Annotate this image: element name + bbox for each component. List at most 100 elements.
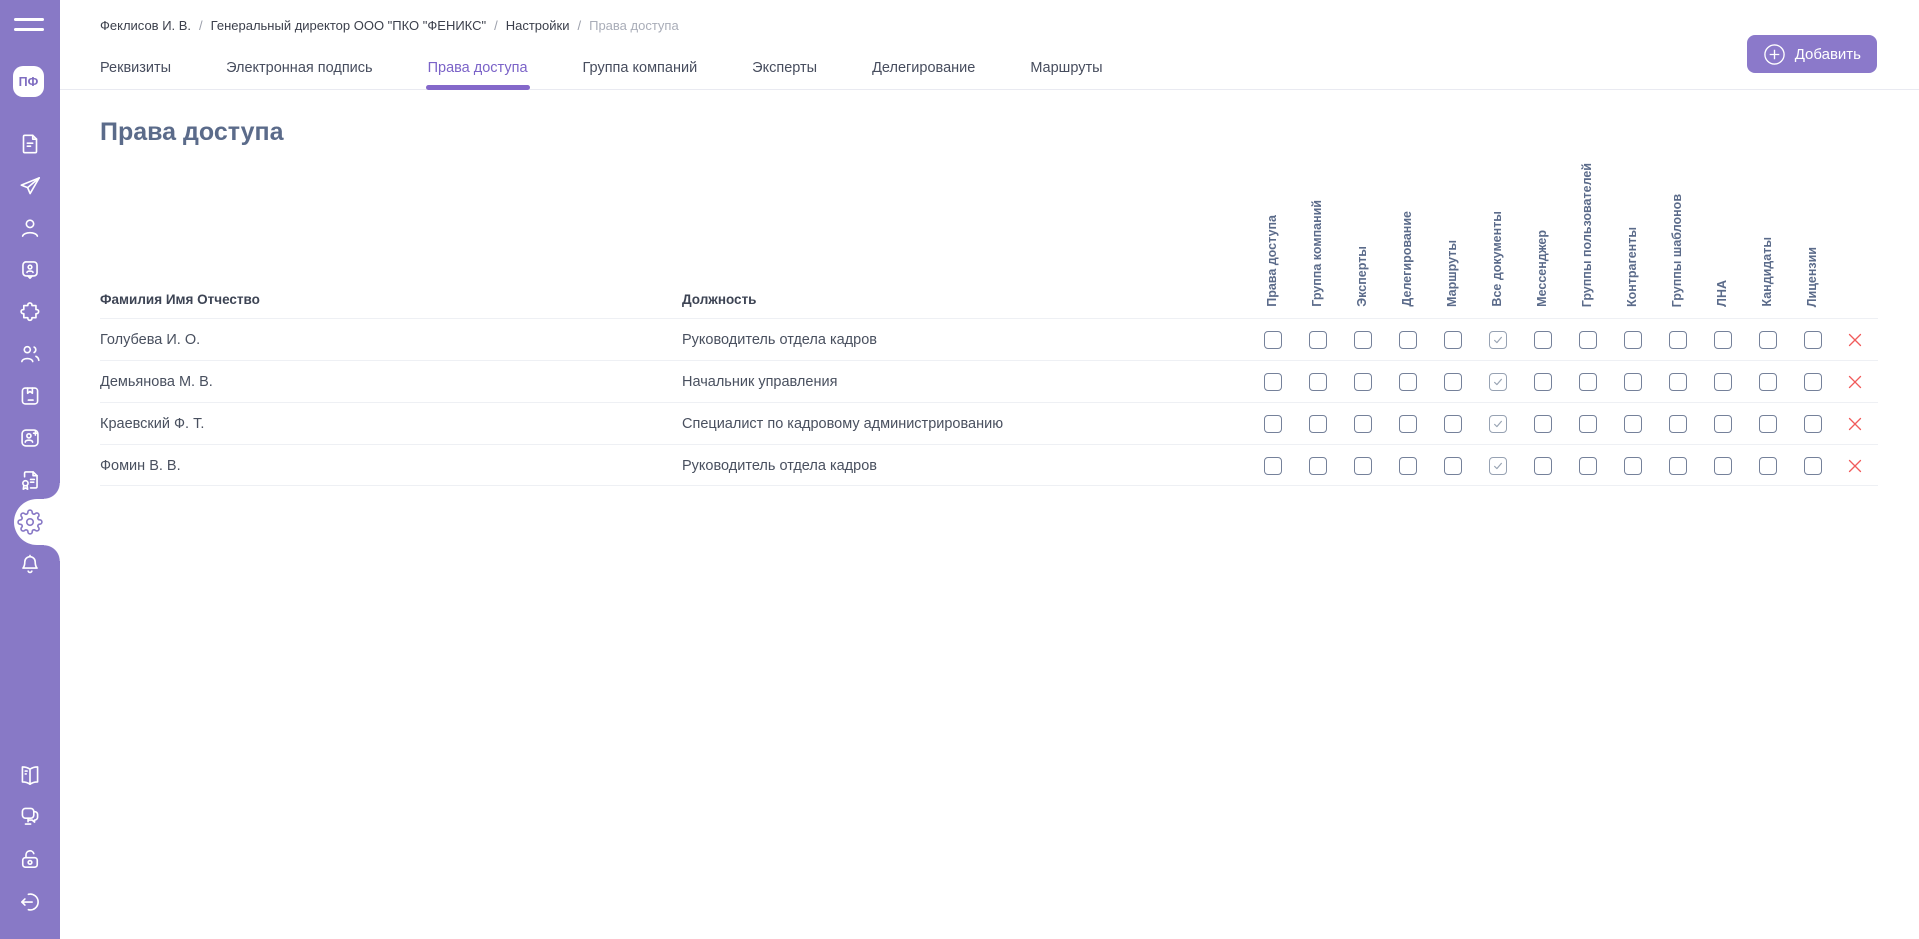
permission-checkbox-13[interactable] xyxy=(1804,373,1822,391)
app-logo[interactable]: ПФ xyxy=(13,66,44,97)
top-header: Феклисов И. В./Генеральный директор ООО … xyxy=(60,0,1919,90)
permission-checkbox-8[interactable] xyxy=(1579,415,1597,433)
permission-checkbox-13[interactable] xyxy=(1804,415,1822,433)
tab-4[interactable]: Группа компаний xyxy=(583,45,698,90)
delete-row-button[interactable] xyxy=(1847,416,1863,432)
permission-checkbox-4[interactable] xyxy=(1399,331,1417,349)
sidebar-item-send[interactable] xyxy=(0,165,60,207)
permission-checkbox-7[interactable] xyxy=(1534,373,1552,391)
permission-column-header-11: ЛНА xyxy=(1715,280,1729,307)
permission-checkbox-11[interactable] xyxy=(1714,415,1732,433)
permission-checkbox-6[interactable] xyxy=(1489,415,1507,433)
permission-checkbox-13[interactable] xyxy=(1804,331,1822,349)
sidebar-item-settings[interactable] xyxy=(0,501,60,543)
permission-checkbox-8[interactable] xyxy=(1579,457,1597,475)
person-name: Краевский Ф. Т. xyxy=(100,403,204,445)
permission-checkbox-5[interactable] xyxy=(1444,331,1462,349)
sidebar-item-groups[interactable] xyxy=(0,333,60,375)
permission-checkbox-1[interactable] xyxy=(1264,373,1282,391)
permission-checkbox-12[interactable] xyxy=(1759,415,1777,433)
permission-checkbox-9[interactable] xyxy=(1624,415,1642,433)
table-row-4: Фомин В. В.Руководитель отдела кадров xyxy=(100,444,1878,486)
permission-column-header-3: Эксперты xyxy=(1355,246,1369,307)
permission-checkbox-2[interactable] xyxy=(1309,331,1327,349)
permission-checkbox-7[interactable] xyxy=(1534,457,1552,475)
permission-checkbox-10[interactable] xyxy=(1669,415,1687,433)
sidebar-item-documents[interactable] xyxy=(0,123,60,165)
permission-checkbox-6[interactable] xyxy=(1489,331,1507,349)
sidebar-item-profile[interactable] xyxy=(0,207,60,249)
permission-checkbox-9[interactable] xyxy=(1624,331,1642,349)
permission-checkbox-5[interactable] xyxy=(1444,373,1462,391)
permission-checkbox-3[interactable] xyxy=(1354,457,1372,475)
permission-column-header-1: Права доступа xyxy=(1265,215,1279,307)
permission-checkbox-1[interactable] xyxy=(1264,331,1282,349)
permission-checkbox-7[interactable] xyxy=(1534,415,1552,433)
breadcrumb-item-1[interactable]: Феклисов И. В. xyxy=(100,18,191,33)
permission-checkbox-9[interactable] xyxy=(1624,373,1642,391)
support-chat-icon xyxy=(17,803,43,829)
sidebar-item-employees[interactable] xyxy=(0,249,60,291)
permission-checkbox-2[interactable] xyxy=(1309,415,1327,433)
person-position: Специалист по кадровому администрировани… xyxy=(682,403,1003,445)
tab-7[interactable]: Маршруты xyxy=(1030,45,1102,90)
permission-checkbox-11[interactable] xyxy=(1714,331,1732,349)
sidebar-item-security[interactable] xyxy=(0,838,60,880)
permission-checkbox-6[interactable] xyxy=(1489,457,1507,475)
permission-column-header-7: Мессенджер xyxy=(1535,230,1549,307)
person-name: Демьянова М. В. xyxy=(100,361,213,403)
delete-row-button[interactable] xyxy=(1847,374,1863,390)
permission-checkbox-12[interactable] xyxy=(1759,457,1777,475)
sidebar-item-candidates[interactable] xyxy=(0,417,60,459)
permission-checkbox-5[interactable] xyxy=(1444,457,1462,475)
sidebar-item-logout[interactable] xyxy=(0,881,60,923)
permission-checkbox-10[interactable] xyxy=(1669,457,1687,475)
permission-checkbox-6[interactable] xyxy=(1489,373,1507,391)
delete-row-button[interactable] xyxy=(1847,332,1863,348)
sidebar-item-knowledge-base[interactable] xyxy=(0,754,60,796)
permission-checkbox-3[interactable] xyxy=(1354,415,1372,433)
permission-checkbox-12[interactable] xyxy=(1759,373,1777,391)
menu-icon[interactable] xyxy=(14,17,44,33)
permission-checkbox-3[interactable] xyxy=(1354,331,1372,349)
tab-6[interactable]: Делегирование xyxy=(872,45,975,90)
permission-checkbox-3[interactable] xyxy=(1354,373,1372,391)
permission-checkbox-8[interactable] xyxy=(1579,331,1597,349)
breadcrumb-item-3[interactable]: Настройки xyxy=(506,18,570,33)
breadcrumb-item-2[interactable]: Генеральный директор ООО "ПКО "ФЕНИКС" xyxy=(211,18,486,33)
permission-checkbox-12[interactable] xyxy=(1759,331,1777,349)
delete-row-button[interactable] xyxy=(1847,458,1863,474)
active-indicator-curve-bottom xyxy=(44,545,60,561)
add-button[interactable]: Добавить xyxy=(1747,35,1877,73)
permission-checkbox-4[interactable] xyxy=(1399,373,1417,391)
tab-3[interactable]: Права доступа xyxy=(428,45,528,90)
permission-checkbox-10[interactable] xyxy=(1669,331,1687,349)
lock-open-icon xyxy=(17,846,43,872)
permission-checkbox-8[interactable] xyxy=(1579,373,1597,391)
permission-checkbox-4[interactable] xyxy=(1399,415,1417,433)
permission-checkbox-2[interactable] xyxy=(1309,373,1327,391)
sidebar-item-archive[interactable] xyxy=(0,375,60,417)
archive-icon xyxy=(17,383,43,409)
sidebar-item-integrations[interactable] xyxy=(0,291,60,333)
document-icon xyxy=(17,131,43,157)
permission-checkbox-13[interactable] xyxy=(1804,457,1822,475)
permission-checkbox-1[interactable] xyxy=(1264,457,1282,475)
permission-checkbox-2[interactable] xyxy=(1309,457,1327,475)
permission-checkbox-11[interactable] xyxy=(1714,457,1732,475)
certificate-icon xyxy=(17,467,43,493)
permission-checkbox-5[interactable] xyxy=(1444,415,1462,433)
permission-column-header-6: Все документы xyxy=(1490,211,1504,307)
permission-checkbox-10[interactable] xyxy=(1669,373,1687,391)
permission-checkbox-1[interactable] xyxy=(1264,415,1282,433)
permission-checkbox-7[interactable] xyxy=(1534,331,1552,349)
permission-checkbox-4[interactable] xyxy=(1399,457,1417,475)
sidebar-item-support[interactable] xyxy=(0,795,60,837)
tab-5[interactable]: Эксперты xyxy=(752,45,817,90)
tab-1[interactable]: Реквизиты xyxy=(100,45,171,90)
tab-2[interactable]: Электронная подпись xyxy=(226,45,373,90)
bell-icon xyxy=(17,551,43,577)
permission-checkbox-11[interactable] xyxy=(1714,373,1732,391)
permissions-table: Фамилия Имя Отчество Должность Права дос… xyxy=(100,90,1878,486)
permission-checkbox-9[interactable] xyxy=(1624,457,1642,475)
